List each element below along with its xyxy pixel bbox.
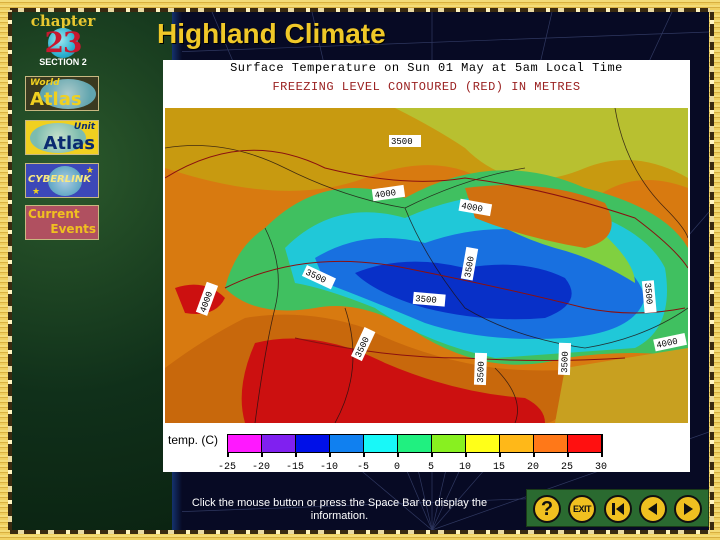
legend-tick-label: 20 (526, 462, 539, 473)
legend-color-bar (227, 434, 603, 453)
legend-tick-mark (397, 452, 399, 457)
star-icon: ★ (85, 165, 94, 175)
world-atlas-label-1: World (30, 78, 60, 88)
current-events-label-2: Events (50, 222, 96, 236)
slide-stage: chapter 23 SECTION 2 World Atlas Unit At… (12, 12, 709, 530)
legend-tick-label: 30 (594, 462, 607, 473)
legend-swatch (330, 435, 364, 452)
legend-swatch (296, 435, 330, 452)
world-atlas-button[interactable]: World Atlas (25, 76, 99, 111)
legend-tick-mark (601, 452, 603, 457)
legend-tick-label: -15 (285, 462, 304, 473)
contour-label: 3500 (415, 294, 437, 306)
contour-label: 3500 (391, 137, 413, 147)
legend-swatch (534, 435, 568, 452)
next-slide-button[interactable] (674, 495, 702, 523)
first-slide-button[interactable] (604, 495, 632, 523)
exit-button[interactable]: EXIT (568, 495, 596, 523)
legend-tick-mark (465, 452, 467, 457)
current-events-label-1: Current (28, 207, 80, 221)
legend-swatch (228, 435, 262, 452)
unit-atlas-label-1: Unit (73, 122, 95, 132)
legend-tick-label: 0 (393, 462, 400, 473)
instruction-text: Click the mouse button or press the Spac… (191, 497, 488, 522)
previous-slide-button[interactable] (639, 495, 667, 523)
chapter-logo: chapter 23 SECTION 2 (26, 14, 100, 70)
legend-title: temp. (C) (168, 433, 219, 447)
legend-tick-label: 15 (492, 462, 505, 473)
next-icon (684, 503, 693, 515)
legend-tick-label: -25 (217, 462, 236, 473)
help-button[interactable]: ? (533, 495, 561, 523)
legend-tick-mark (567, 452, 569, 457)
contour-label: 3500 (642, 282, 654, 304)
navigation-bar: ? EXIT (526, 489, 709, 527)
legend-swatch (364, 435, 398, 452)
legend-tick-mark (363, 452, 365, 457)
contour-label: 3500 (560, 351, 571, 373)
unit-atlas-button[interactable]: Unit Atlas (25, 120, 99, 155)
legend-tick-mark (261, 452, 263, 457)
legend-swatch (262, 435, 296, 452)
legend-tick-label: 10 (458, 462, 471, 473)
section-label: SECTION 2 (39, 57, 87, 67)
cyberlink-button[interactable]: CYBERLINK ★ ★ (25, 163, 99, 198)
legend-tick-mark (295, 452, 297, 457)
legend-tick-label: -5 (356, 462, 369, 473)
legend-swatch (432, 435, 466, 452)
legend-tick-mark (499, 452, 501, 457)
map-caption-subtitle: FREEZING LEVEL CONTOURED (RED) IN METRES (272, 80, 581, 94)
cyberlink-label: CYBERLINK (28, 174, 91, 185)
legend-tick-mark (227, 452, 229, 457)
world-atlas-label-2: Atlas (30, 89, 82, 110)
unit-atlas-label-2: Atlas (43, 133, 95, 154)
legend-tick-label: 25 (560, 462, 573, 473)
legend-tick-label: 5 (427, 462, 434, 473)
exit-icon: EXIT (572, 504, 592, 514)
legend-swatch (568, 435, 602, 452)
previous-icon (648, 503, 657, 515)
frame-ruler-bottom (10, 530, 710, 534)
legend-tick-label: -20 (251, 462, 270, 473)
legend-swatch (500, 435, 534, 452)
slide-title: Highland Climate (157, 18, 386, 49)
legend-swatch (466, 435, 500, 452)
legend-tick-mark (431, 452, 433, 457)
temperature-map: 3500 4000 4000 3500 4000 3500 3500 3500 … (165, 108, 688, 423)
legend-tick-mark (329, 452, 331, 457)
help-icon: ? (540, 497, 554, 520)
legend-tick-label: -10 (319, 462, 338, 473)
current-events-button[interactable]: Current Events (25, 205, 99, 240)
contour-label: 3500 (476, 361, 487, 383)
star-icon: ★ (32, 186, 41, 196)
skip-to-start-icon (612, 503, 624, 515)
chapter-number: 23 (44, 26, 83, 59)
map-caption-title: Surface Temperature on Sun 01 May at 5am… (230, 61, 623, 75)
temperature-map-panel: Surface Temperature on Sun 01 May at 5am… (163, 60, 690, 473)
temperature-legend: temp. (C) -25 -20 -15 -10 -5 0 5 10 15 20 25 30 (163, 430, 690, 473)
legend-swatch (398, 435, 432, 452)
frame-ruler-right (710, 10, 714, 530)
legend-tick-mark (533, 452, 535, 457)
